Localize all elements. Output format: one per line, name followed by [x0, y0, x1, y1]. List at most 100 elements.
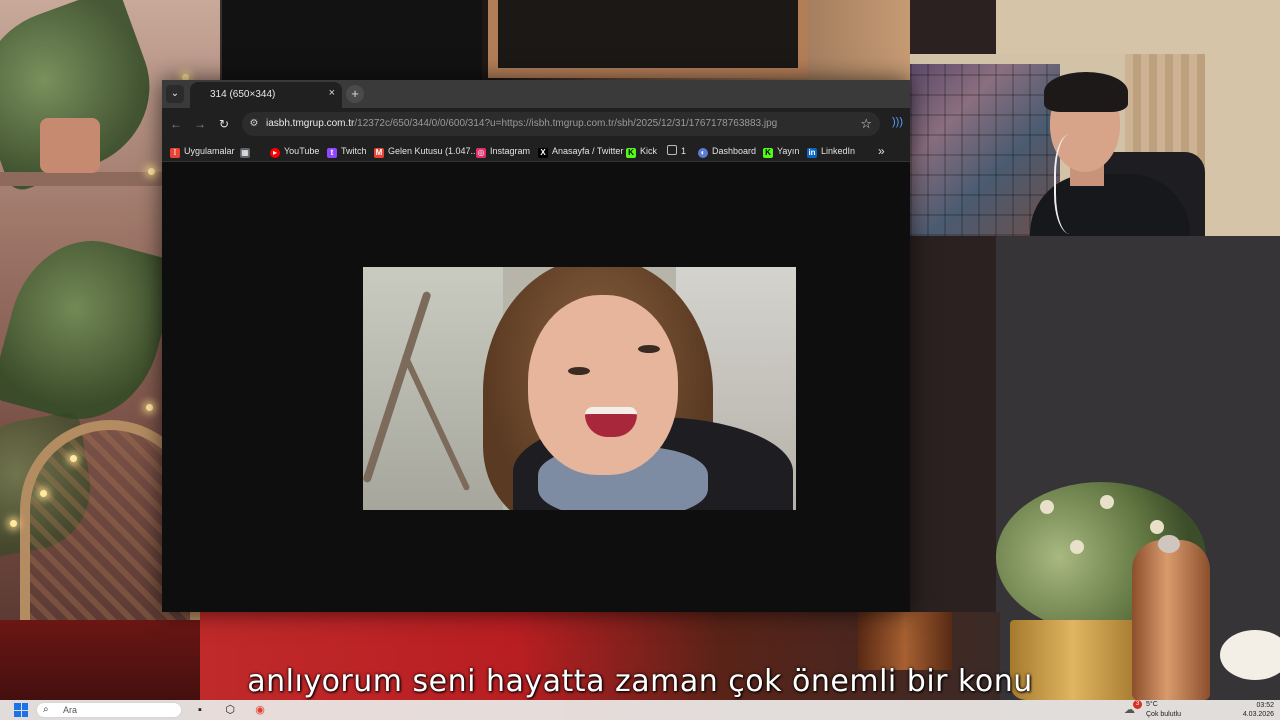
background-shelf-board — [0, 172, 165, 186]
bookmark-yayin[interactable]: K Yayın — [763, 144, 799, 158]
bookmark-label: Kick — [640, 146, 658, 156]
bookmark-twitch[interactable]: t Twitch — [327, 144, 367, 158]
grid-icon: ▦ — [240, 148, 250, 158]
bookmark-grid[interactable]: ▦ — [240, 144, 254, 158]
file-explorer-icon[interactable]: ▪ — [192, 702, 208, 718]
plus-icon: + — [351, 86, 359, 101]
gmail-icon: M — [374, 148, 384, 158]
forward-button[interactable]: → — [192, 116, 208, 132]
arrow-right-icon: → — [194, 117, 206, 131]
weather-description: Çok bulutlu — [1146, 711, 1182, 718]
bookmark-instagram[interactable]: ◎ Instagram — [476, 144, 530, 158]
bookmarks-bar: ⁞ Uygulamalar ▦ ▸ YouTube t Twitch M Gelen K… — [162, 140, 910, 162]
windows-taskbar: ⌕ Ara ▪ ⬡ ◉ ☁ 3 5°C Çok bulutlu 03:52 4.… — [0, 700, 1280, 720]
clock-date: 4.03.2026 — [1242, 711, 1274, 718]
app-cube-icon[interactable]: ⬡ — [222, 702, 238, 718]
clock-time: 03:52 — [1256, 702, 1274, 709]
bookmark-label: Gelen Kutusu (1.047... — [388, 146, 479, 156]
new-tab-button[interactable]: + — [346, 85, 364, 103]
bookmark-folder-1[interactable]: 1 — [667, 144, 686, 158]
viewed-photo[interactable] — [363, 267, 796, 510]
address-bar[interactable]: ⚙ iasbh.tmgrup.com.tr/12372c/650/344/0/0… — [242, 112, 880, 136]
reload-icon: ↻ — [218, 117, 230, 131]
webcam-streamer-hair — [1044, 72, 1128, 112]
pepper-grinder-knob — [1158, 535, 1180, 553]
bookmark-dashboard[interactable]: ◐ Dashboard — [698, 144, 756, 158]
folder-icon — [667, 145, 677, 155]
photo-face — [528, 295, 678, 475]
address-url[interactable]: iasbh.tmgrup.com.tr/12372c/650/344/0/0/6… — [266, 118, 777, 129]
bookmarks-overflow-button[interactable]: » — [878, 144, 885, 158]
background-shelf-decor — [40, 118, 100, 173]
instagram-icon: ◎ — [476, 148, 486, 158]
windows-start-icon[interactable] — [14, 703, 28, 717]
bookmark-label: Anasayfa / Twitter — [552, 146, 624, 156]
bookmark-gmail[interactable]: M Gelen Kutusu (1.047... — [374, 144, 478, 158]
bookmark-label: Uygulamalar — [184, 146, 235, 156]
bookmark-apps[interactable]: ⁞ Uygulamalar — [170, 144, 235, 158]
bookmark-kick[interactable]: K Kick — [626, 144, 657, 158]
fairy-light — [70, 455, 77, 462]
browser-window: ⌄ 314 (650×344) × + ← → ↻ ⚙ iasbh.tmgrup… — [162, 80, 910, 612]
bookmark-label: 1 — [681, 146, 687, 156]
photo-background — [363, 267, 503, 510]
bookmark-label: LinkedIn — [821, 146, 856, 156]
webcam-overlay — [910, 54, 1205, 236]
bookmark-youtube[interactable]: ▸ YouTube — [270, 144, 319, 158]
plant-flower — [1070, 540, 1084, 554]
tune-icon[interactable]: ⚙ — [248, 118, 260, 130]
system-clock[interactable]: 03:52 4.03.2026 — [1230, 701, 1274, 719]
kick-icon: K — [626, 148, 636, 158]
page-viewport — [162, 162, 910, 612]
youtube-icon: ▸ — [270, 148, 280, 158]
address-host: iasbh.tmgrup.com.tr — [266, 118, 355, 129]
bookmark-label: Twitch — [341, 146, 367, 156]
dashboard-icon: ◐ — [698, 148, 708, 158]
reload-button[interactable]: ↻ — [216, 116, 232, 132]
photo-eye — [638, 345, 660, 353]
photo-eye — [568, 367, 590, 375]
browser-toolbar: ← → ↻ ⚙ iasbh.tmgrup.com.tr/12372c/650/3… — [162, 108, 910, 140]
close-icon[interactable]: × — [329, 87, 335, 99]
background-top-frame — [488, 0, 808, 78]
notification-badge: 3 — [1133, 700, 1142, 709]
bookmark-label: Instagram — [490, 146, 531, 156]
weather-temperature: 5°C — [1146, 701, 1158, 708]
webcam-earbud-wire — [1054, 134, 1094, 234]
tab-strip: ⌄ 314 (650×344) × + — [162, 80, 910, 108]
search-icon: ⌕ — [43, 704, 49, 715]
tab-title: 314 (650×344) — [210, 89, 276, 100]
fairy-light — [148, 168, 155, 175]
x-icon: X — [538, 148, 548, 158]
bookmark-twitter[interactable]: X Anasayfa / Twitter — [538, 144, 623, 158]
bookmark-star-icon[interactable]: ☆ — [860, 116, 872, 132]
plant-flower — [1040, 500, 1054, 514]
stream-subtitle: anlıyorum seni hayatta zaman çok önemli … — [247, 664, 1033, 699]
audio-icon[interactable]: ))) — [892, 116, 903, 128]
taskbar-search-box[interactable]: ⌕ Ara — [36, 702, 182, 718]
chevron-down-icon: ⌄ — [170, 88, 180, 99]
twitch-icon: t — [327, 148, 337, 158]
search-placeholder: Ara — [63, 705, 78, 715]
chrome-icon[interactable]: ◉ — [252, 702, 268, 718]
kick-icon: K — [763, 148, 773, 158]
fairy-light — [40, 490, 47, 497]
background-top-dark-panel — [222, 0, 482, 80]
tab-search-button[interactable]: ⌄ — [166, 85, 184, 103]
chevron-double-right-icon: » — [878, 144, 885, 158]
bookmark-label: Yayın — [777, 146, 800, 156]
background-pepper-grinder — [1132, 540, 1210, 700]
plant-flower — [1150, 520, 1164, 534]
tab-image[interactable]: 314 (650×344) × — [190, 82, 342, 108]
bookmark-label: Dashboard — [712, 146, 757, 156]
apps-grid-icon: ⁞ — [170, 148, 180, 158]
back-button[interactable]: ← — [168, 116, 184, 132]
fairy-light — [10, 520, 17, 527]
arrow-left-icon: ← — [170, 117, 182, 131]
bookmark-label: YouTube — [284, 146, 320, 156]
plant-flower — [1100, 495, 1114, 509]
fairy-light — [146, 404, 153, 411]
weather-widget[interactable]: ☁ 3 5°C Çok bulutlu — [1124, 700, 1214, 719]
bookmark-linkedin[interactable]: in LinkedIn — [807, 144, 855, 158]
linkedin-icon: in — [807, 148, 817, 158]
